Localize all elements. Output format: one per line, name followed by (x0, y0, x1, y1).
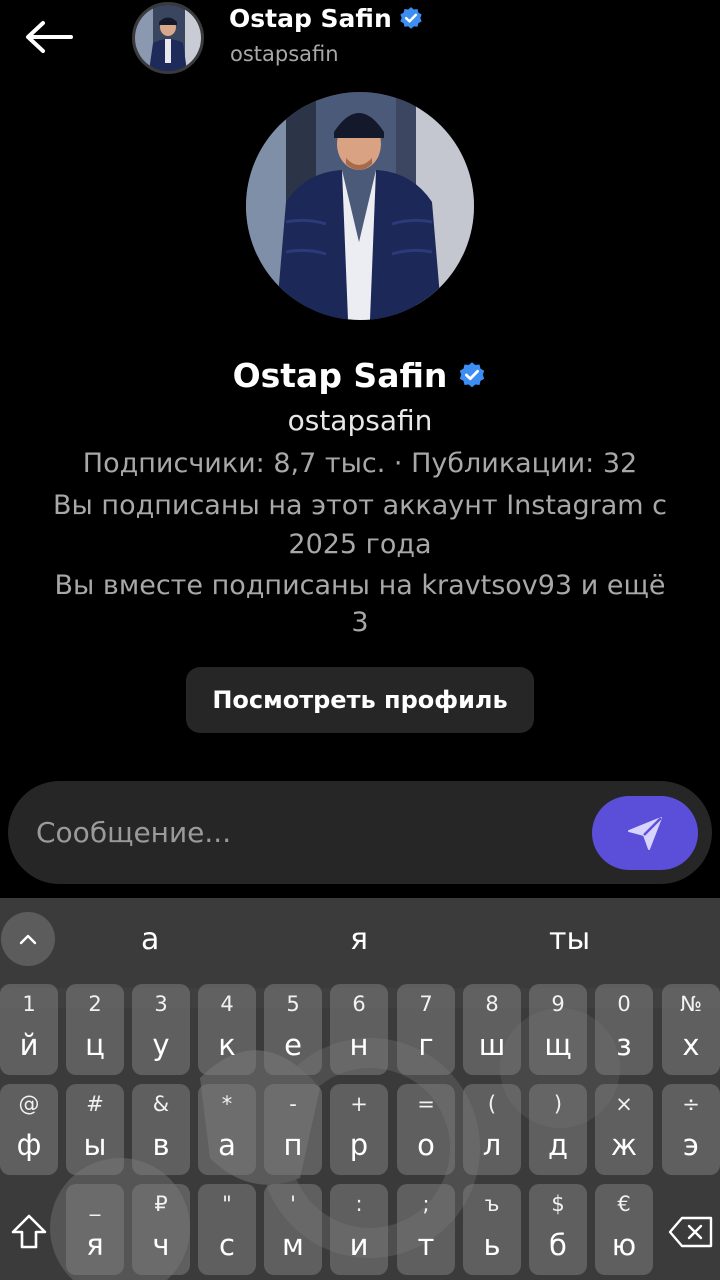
key-з[interactable]: 0з (595, 984, 653, 1075)
collapse-keyboard-button[interactable] (1, 912, 55, 966)
message-input[interactable] (36, 807, 576, 857)
following-since-line1: Вы подписаны на этот аккаунт Instagram с (53, 490, 667, 521)
key-д[interactable]: ) д (529, 1084, 587, 1175)
key-м[interactable]: ' м (264, 1184, 322, 1275)
header-username[interactable]: ostapsafin (230, 42, 339, 66)
key-я[interactable]: _ я (66, 1184, 124, 1275)
key-й[interactable]: 1й (0, 984, 58, 1075)
suggestion-bar: а я ты (0, 898, 720, 982)
key-ф[interactable]: @ ф (0, 1084, 58, 1175)
backspace-icon (668, 1216, 713, 1247)
suggestion-1[interactable]: а (141, 922, 159, 957)
arrow-left-icon (26, 21, 73, 53)
key-ш[interactable]: 8ш (463, 984, 521, 1075)
profile-stats: Подписчики: 8,7 тыс. · Публикации: 32 (82, 448, 638, 479)
shift-key[interactable] (0, 1186, 58, 1277)
verified-badge-icon (460, 361, 485, 387)
key-г[interactable]: 7г (397, 984, 455, 1075)
back-button[interactable] (18, 12, 78, 62)
key-л[interactable]: (л (463, 1084, 521, 1175)
key-с[interactable]: " с (198, 1184, 256, 1275)
send-button[interactable] (592, 796, 698, 870)
message-composer (8, 781, 712, 884)
verified-badge-icon (400, 6, 422, 29)
key-н[interactable]: 6н (330, 984, 388, 1075)
key-т[interactable]: ; т (397, 1184, 455, 1275)
key-а[interactable]: * а (198, 1084, 256, 1175)
key-и[interactable]: :и (330, 1184, 388, 1275)
key-ч[interactable]: ₽ ч (132, 1184, 190, 1275)
key-в[interactable]: & в (132, 1084, 190, 1175)
key-ь[interactable]: ъь (463, 1184, 521, 1275)
key-р[interactable]: + р (330, 1084, 388, 1175)
key-у[interactable]: 3у (132, 984, 190, 1075)
mutual-following-line1: Вы вместе подписаны на kravtsov93 и ещё (54, 570, 666, 601)
chevron-up-icon (19, 934, 37, 945)
key-к[interactable]: 4к (198, 984, 256, 1075)
suggestion-2[interactable]: я (350, 922, 368, 957)
header-name-row[interactable]: Ostap Safin (229, 4, 424, 33)
key-б[interactable]: $ б (529, 1184, 587, 1275)
key-ю[interactable]: € ю (595, 1184, 653, 1275)
profile-username: ostapsafin (287, 404, 433, 437)
backspace-key[interactable] (662, 1186, 720, 1277)
key-щ[interactable]: 9щ (529, 984, 587, 1075)
view-profile-button[interactable]: Посмотреть профиль (186, 667, 534, 733)
key-е[interactable]: 5е (264, 984, 322, 1075)
key-х[interactable]: № х (662, 984, 720, 1075)
key-ц[interactable]: 2ц (66, 984, 124, 1075)
mutual-following-line2: 3 (351, 607, 369, 638)
key-ж[interactable]: × ж (595, 1084, 653, 1175)
chat-header: Ostap Safin ostapsafin (0, 0, 720, 80)
key-э[interactable]: ÷ э (662, 1084, 720, 1175)
profile-name-row: Ostap Safin (0, 356, 720, 395)
send-icon (628, 817, 662, 850)
keyboard: а я ты 1й 2ц 3у 4к 5е 6н 7г 8ш 9щ 0з № х … (0, 898, 720, 1280)
following-since-line2: 2025 года (288, 529, 432, 560)
header-display-name: Ostap Safin (229, 4, 392, 33)
header-avatar[interactable] (132, 2, 204, 74)
shift-arrow-icon (11, 1214, 47, 1248)
key-ы[interactable]: # ы (66, 1084, 124, 1175)
key-о[interactable]: = о (397, 1084, 455, 1175)
suggestion-3[interactable]: ты (549, 922, 590, 957)
profile-photo[interactable] (246, 92, 474, 320)
profile-display-name: Ostap Safin (232, 356, 448, 395)
key-п[interactable]: -п (264, 1084, 322, 1175)
